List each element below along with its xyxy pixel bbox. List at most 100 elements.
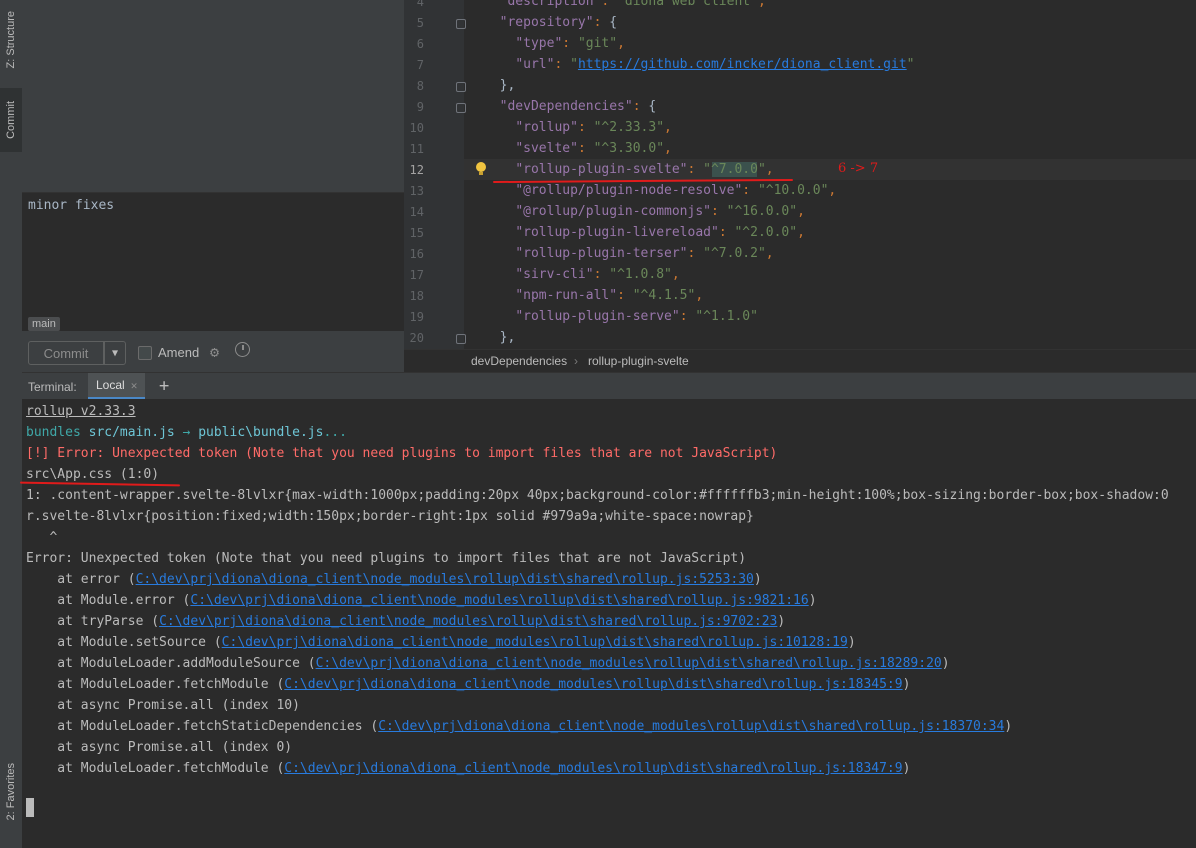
json-key: "sirv-cli"	[515, 267, 594, 282]
tab-local[interactable]: Local ✕	[88, 373, 146, 400]
amend-checkbox[interactable]	[138, 346, 152, 360]
line-number: 19	[409, 310, 424, 324]
json-separator: :	[577, 141, 594, 156]
stack-suffix: )	[902, 677, 911, 692]
stack-suffix: )	[941, 656, 950, 671]
stack-prefix: at ModuleLoader.addModuleSource (	[26, 656, 316, 671]
terminal-output[interactable]: rollup v2.33.3 bundles src/main.js → publ…	[22, 399, 1196, 848]
commit-panel: minor fixes main Commit ▼ Amend ⚙	[22, 0, 404, 372]
json-punctuation: ,	[664, 141, 672, 156]
terminal-cursor	[26, 798, 34, 817]
line-number: 10	[409, 121, 424, 135]
json-separator: :	[577, 120, 594, 135]
json-key: "description"	[499, 0, 602, 9]
terminal-text: r.svelte-8lvlxr{position:fixed;width:150…	[26, 509, 754, 524]
terminal-text: Error: Unexpected token (Note that you n…	[26, 551, 747, 566]
json-punctuation: ,	[757, 0, 766, 9]
json-punctuation: {	[609, 15, 618, 30]
commit-button[interactable]: Commit	[28, 341, 104, 365]
gear-icon[interactable]: ⚙	[210, 343, 219, 361]
terminal-line: at Module.setSource (C:\dev\prj\diona\di…	[26, 632, 855, 653]
terminal-line: ^	[26, 527, 57, 548]
stack-prefix: at error (	[26, 572, 136, 587]
json-key: "type"	[515, 36, 563, 51]
json-value: "^7.0.2"	[703, 246, 766, 261]
json-separator: :	[742, 183, 758, 198]
branch-badge: main	[28, 317, 60, 331]
line-number: 11	[409, 142, 424, 156]
terminal-line: at ModuleLoader.fetchModule (C:\dev\prj\…	[26, 758, 910, 779]
terminal-title: Terminal:	[28, 380, 77, 394]
json-punctuation: ,	[765, 246, 774, 261]
file-link[interactable]: C:\dev\prj\diona\diona_client\node_modul…	[136, 572, 754, 587]
fold-marker-icon[interactable]	[456, 334, 466, 344]
tab-favorites[interactable]: 2: Favorites	[0, 752, 22, 832]
terminal-text: ^	[26, 530, 58, 545]
json-key: "@rollup/plugin-node-resolve"	[515, 183, 743, 198]
file-link[interactable]: C:\dev\prj\diona\diona_client\node_modul…	[190, 593, 808, 608]
json-value: "diona web client"	[617, 0, 758, 9]
fold-marker-icon[interactable]	[456, 82, 466, 92]
breadcrumb-item[interactable]: devDependencies	[471, 354, 567, 368]
terminal-text: at async Promise.all (index 0)	[26, 740, 293, 755]
commit-toolbar: Commit ▼ Amend ⚙	[22, 332, 404, 372]
json-value: "	[570, 57, 578, 72]
breadcrumb: devDependencies › rollup-plugin-svelte	[404, 349, 1196, 373]
code-line: "npm-run-all": "^4.1.5",	[484, 285, 703, 306]
tab-structure[interactable]: Z: Structure	[0, 4, 22, 76]
line-number: 14	[409, 205, 424, 219]
file-link[interactable]: C:\dev\prj\diona\diona_client\node_modul…	[284, 761, 902, 776]
changes-tree[interactable]	[22, 0, 404, 193]
json-value: "	[906, 57, 915, 72]
json-punctuation: ,	[664, 120, 672, 135]
file-link[interactable]: C:\dev\prj\diona\diona_client\node_modul…	[316, 656, 942, 671]
lightbulb-icon[interactable]	[476, 162, 486, 175]
json-key: "url"	[515, 57, 555, 72]
line-number: 5	[416, 16, 424, 30]
terminal-line: at ModuleLoader.addModuleSource (C:\dev\…	[26, 653, 950, 674]
file-link[interactable]: C:\dev\prj\diona\diona_client\node_modul…	[284, 677, 902, 692]
terminal-line: 1: .content-wrapper.svelte-8lvlxr{max-wi…	[26, 485, 1169, 506]
json-key: "@rollup/plugin-commonjs"	[515, 204, 711, 219]
terminal-text: rollup v2.33.3	[26, 404, 136, 419]
tab-commit[interactable]: Commit	[0, 88, 22, 152]
add-tab-icon[interactable]: +	[159, 376, 169, 396]
breadcrumb-item[interactable]: rollup-plugin-svelte	[588, 354, 689, 368]
code-line: "rollup-plugin-svelte": "^7.0.0",	[484, 159, 774, 180]
stack-suffix: )	[753, 572, 762, 587]
stack-prefix: at tryParse (	[26, 614, 160, 629]
json-punctuation: ,	[828, 183, 837, 198]
terminal-header: Terminal: Local ✕ +	[22, 372, 1196, 400]
fold-marker-icon[interactable]	[456, 103, 466, 113]
history-clock-icon[interactable]	[235, 342, 250, 357]
code-line: "type": "git",	[484, 33, 625, 54]
fold-marker-icon[interactable]	[456, 19, 466, 29]
terminal-line: at ModuleLoader.fetchModule (C:\dev\prj\…	[26, 674, 910, 695]
commit-message-text[interactable]: minor fixes	[28, 198, 114, 213]
terminal-line: r.svelte-8lvlxr{position:fixed;width:150…	[26, 506, 754, 527]
terminal-text: src\App.css (1:0)	[26, 467, 160, 482]
stack-prefix: at ModuleLoader.fetchModule (	[26, 677, 285, 692]
file-link[interactable]: C:\dev\prj\diona\diona_client\node_modul…	[159, 614, 777, 629]
json-punctuation: ,	[797, 204, 805, 219]
file-link[interactable]: C:\dev\prj\diona\diona_client\node_modul…	[222, 635, 848, 650]
stack-prefix: at ModuleLoader.fetchModule (	[26, 761, 285, 776]
commit-dropdown-button[interactable]: ▼	[104, 341, 126, 365]
close-icon[interactable]: ✕	[131, 379, 138, 392]
line-number: 4	[416, 0, 424, 9]
repository-url-link[interactable]: https://github.com/incker/diona_client.g…	[578, 57, 907, 72]
breadcrumb-separator-icon: ›	[574, 354, 578, 368]
stack-suffix: )	[902, 761, 911, 776]
bundle-text: bundles	[26, 425, 89, 440]
code-editor[interactable]: 4 5 6 7 8 9 10 11 12 13 14 15 16 17 18 19 20 "descriptio…	[404, 0, 1196, 349]
commit-message-editor[interactable]: minor fixes main	[22, 193, 404, 331]
json-value: "^16.0.0"	[726, 204, 798, 219]
bundle-text: ...	[323, 425, 347, 440]
file-link[interactable]: C:\dev\prj\diona\diona_client\node_modul…	[378, 719, 1004, 734]
line-number: 18	[409, 289, 424, 303]
